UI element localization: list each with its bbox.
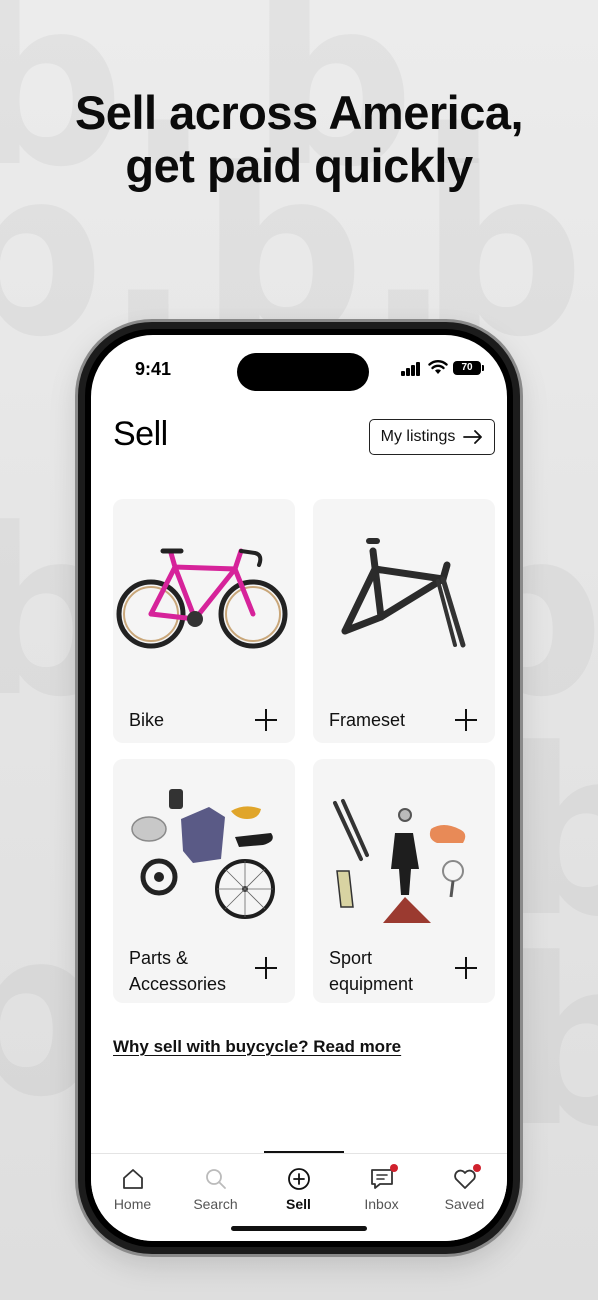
phone-frame: 9:41 70 Sell My listings Bike Frameset P… bbox=[78, 322, 520, 1254]
add-plus-icon bbox=[455, 709, 477, 731]
battery-icon: 70 bbox=[453, 361, 484, 375]
status-time: 9:41 bbox=[135, 359, 172, 379]
cellular-signal-icon bbox=[401, 362, 423, 376]
bottom-tab-bar: Home Search Sell Inbox Saved bbox=[91, 1153, 507, 1241]
tab-label: Home bbox=[113, 1196, 152, 1212]
plus-circle-icon bbox=[287, 1168, 310, 1190]
wifi-icon bbox=[428, 360, 448, 374]
tab-sell[interactable]: Sell bbox=[257, 1166, 340, 1212]
home-icon bbox=[122, 1169, 143, 1189]
tab-home[interactable]: Home bbox=[91, 1166, 174, 1212]
tab-label: Inbox bbox=[364, 1196, 399, 1212]
bike-frame-image bbox=[341, 538, 466, 648]
tab-inbox[interactable]: Inbox bbox=[340, 1164, 423, 1212]
tab-label: Search bbox=[193, 1196, 238, 1212]
category-card-parts-accessories[interactable]: Parts & Accessories bbox=[113, 759, 295, 1003]
my-listings-label: My listings bbox=[380, 428, 456, 445]
add-plus-icon bbox=[455, 957, 477, 979]
app-screen: 9:41 70 Sell My listings Bike Frameset P… bbox=[91, 335, 507, 1241]
tab-saved[interactable]: Saved bbox=[423, 1164, 506, 1212]
category-label: Bike bbox=[129, 710, 165, 730]
notification-badge bbox=[389, 1164, 398, 1172]
category-label-line-1: Sport bbox=[329, 948, 373, 968]
my-listings-button[interactable]: My listings bbox=[369, 419, 495, 455]
category-label: Sport equipment bbox=[329, 945, 413, 997]
sport-equipment-image bbox=[333, 799, 466, 923]
promo-headline: Sell across America, get paid quickly bbox=[0, 86, 598, 192]
home-indicator bbox=[231, 1226, 367, 1231]
search-icon bbox=[205, 1169, 226, 1189]
dynamic-island bbox=[237, 353, 369, 391]
tab-search[interactable]: Search bbox=[174, 1166, 257, 1212]
arrow-right-icon bbox=[463, 430, 483, 444]
tab-label: Sell bbox=[286, 1196, 311, 1212]
category-label-line-1: Parts & bbox=[129, 948, 189, 968]
category-label-line-2: equipment bbox=[329, 974, 414, 994]
road-bike-image bbox=[116, 548, 288, 649]
add-plus-icon bbox=[255, 709, 277, 731]
add-plus-icon bbox=[255, 957, 277, 979]
page-title: Sell bbox=[113, 415, 168, 453]
category-card-sport-equipment[interactable]: Sport equipment bbox=[313, 759, 495, 1003]
tab-label: Saved bbox=[444, 1196, 485, 1212]
category-label-line-2: Accessories bbox=[129, 974, 227, 994]
category-label: Frameset bbox=[329, 710, 406, 730]
headline-line-1: Sell across America, bbox=[74, 86, 524, 139]
category-label: Parts & Accessories bbox=[129, 945, 226, 997]
notification-badge bbox=[472, 1164, 481, 1172]
category-card-frameset[interactable]: Frameset bbox=[313, 499, 495, 743]
headline-line-2: get paid quickly bbox=[125, 139, 473, 192]
category-card-bike[interactable]: Bike bbox=[113, 499, 295, 743]
parts-accessories-image bbox=[131, 789, 275, 919]
why-sell-read-more-link[interactable]: Why sell with buycycle? Read more bbox=[113, 1037, 401, 1057]
